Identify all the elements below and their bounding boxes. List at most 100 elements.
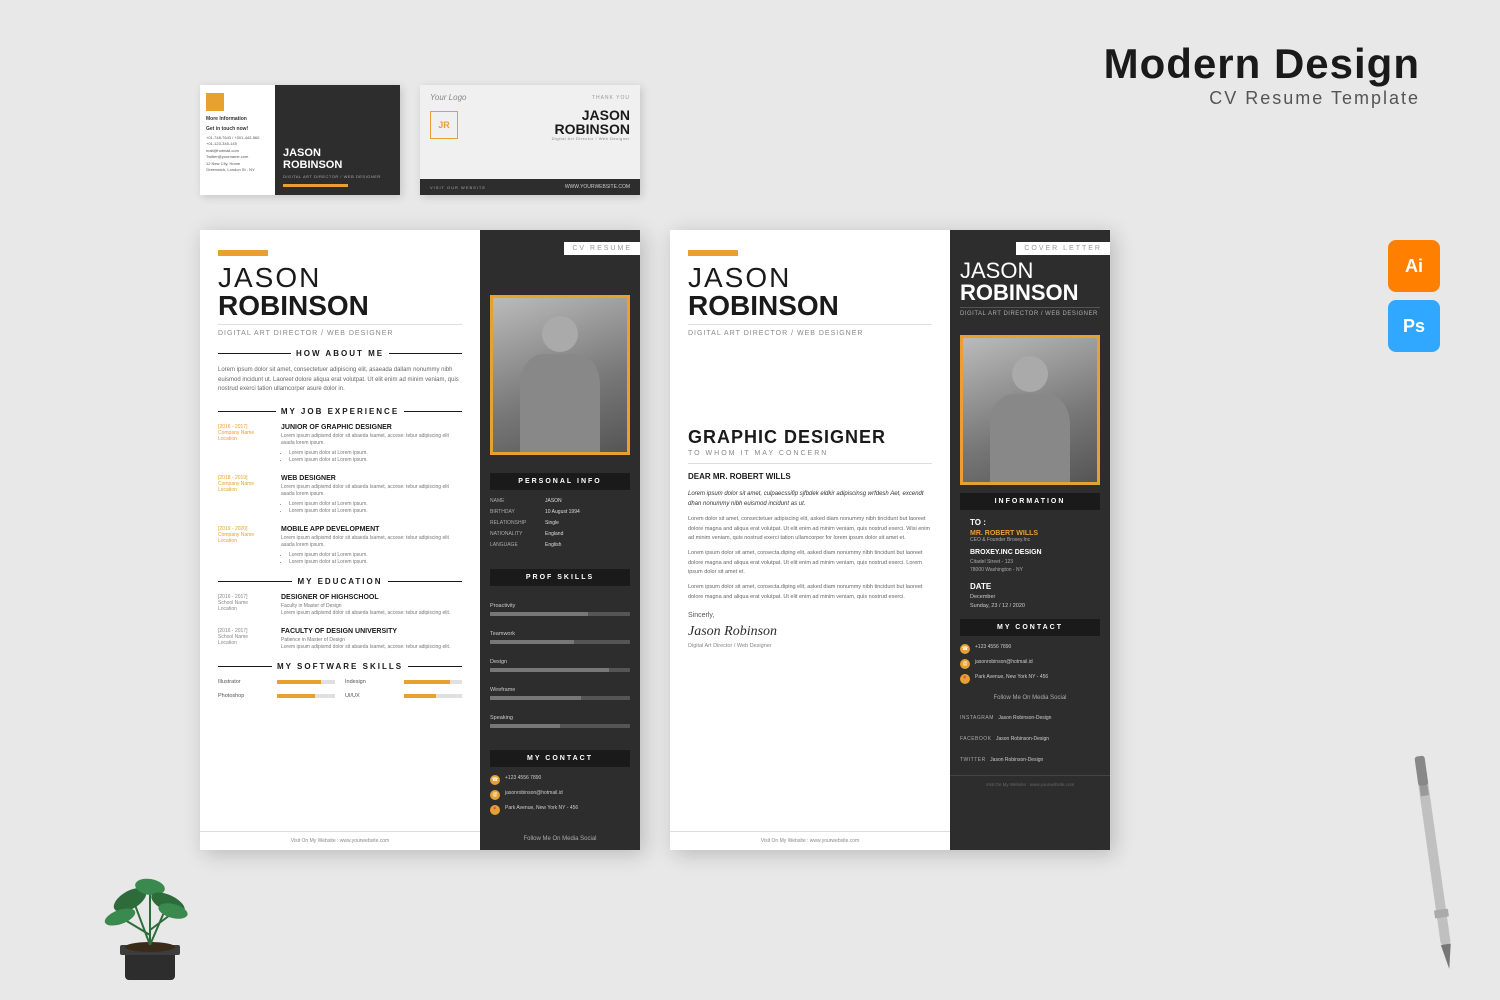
cover-body-3: Lorem ipsum dolor sit amet, consecta.dip… bbox=[688, 549, 932, 577]
cover-to-label: TO : bbox=[970, 518, 1090, 527]
cv-profile-photo bbox=[490, 295, 630, 455]
cover-sig-title: Digital Art Director / Web Designer bbox=[688, 643, 932, 649]
cv-prof-skills: PROF SKILLS Proactivity Teamwork Design … bbox=[480, 561, 640, 742]
bcard2-thank-you: THANK YOU bbox=[592, 95, 630, 101]
bcard1-orange-square bbox=[206, 93, 224, 111]
bcard2-bottom: VISIT OUR WEBSITE WWW.YOURWEBSITE.COM bbox=[420, 179, 640, 195]
skill-photoshop: Photoshop bbox=[218, 693, 335, 699]
bcard2-logo: Your Logo bbox=[430, 93, 466, 102]
cv-job-3: [2019 - 2020] Company Name Location Mobi… bbox=[218, 526, 462, 567]
cover-contact-section: MY CONTACT ☎+123 4556 7890 @jasonrobinso… bbox=[950, 619, 1110, 684]
cover-to-name: MR. ROBERT WILLS bbox=[970, 530, 1090, 537]
cv-footer: Visit On My Website : www.yourwebsite.co… bbox=[200, 831, 480, 850]
cover-left-column: JASON ROBINSON Digital Art Director / We… bbox=[670, 230, 950, 850]
photoshop-icon: Ps bbox=[1388, 300, 1440, 352]
cv-label: CV RESUME bbox=[564, 242, 640, 255]
cv-job-3-years: [2019 - 2020] Company Name Location bbox=[218, 526, 273, 567]
bcard2-middle: JR JASON ROBINSON Digital Art Director /… bbox=[420, 106, 640, 143]
bcard2-name: JASON ROBINSON bbox=[552, 108, 630, 136]
cv-personal-info: PERSONAL INFO NameJASON Birthday10 Augus… bbox=[480, 465, 640, 561]
main-pages: JASON ROBINSON Digital Art Director / We… bbox=[200, 230, 1110, 850]
bcard2-website: WWW.YOURWEBSITE.COM bbox=[565, 184, 630, 190]
bcard1-info-text: More Information bbox=[206, 116, 269, 123]
bcard2-visit: VISIT OUR WEBSITE bbox=[430, 185, 486, 190]
header-title-block: Modern Design CV Resume Template bbox=[1104, 40, 1420, 109]
cover-signature: Jason Robinson bbox=[688, 624, 932, 640]
skill-illustrator: Illustrator bbox=[218, 679, 335, 685]
cv-prof-skills-title: PROF SKILLS bbox=[490, 569, 630, 586]
business-cards-row: More Information Get in touch now! +01-7… bbox=[200, 85, 640, 195]
cv-right-sidebar: CV RESUME PERSONAL INFO NameJASON bbox=[480, 230, 640, 850]
cover-body-2: Lorem dolor sit amet, consectetuer adipi… bbox=[688, 515, 932, 543]
cv-edu-1-detail: Designer of Highschool Faculty in Master… bbox=[281, 594, 450, 618]
cover-right-sidebar: COVER LETTER JASON ROBINSON Digital Art … bbox=[950, 230, 1110, 850]
cover-body-4: Lorem ipsum dolor sit amet, consecta.dip… bbox=[688, 583, 932, 602]
bcard2-top: Your Logo THANK YOU bbox=[420, 85, 640, 106]
cv-about-text: Lorem ipsum dolor sit amet, consectetuer… bbox=[218, 366, 462, 395]
bcard1-get-in-touch: Get in touch now! bbox=[206, 126, 269, 133]
cv-job-1: [2016 - 2017] Company Name Location Juni… bbox=[218, 424, 462, 465]
business-card-2: Your Logo THANK YOU JR JASON ROBINSON Di… bbox=[420, 85, 640, 195]
bcard1-title: Digital Art Director / Web Designer bbox=[283, 174, 392, 179]
cv-left-column: JASON ROBINSON Digital Art Director / We… bbox=[200, 230, 480, 850]
plant-decoration bbox=[90, 865, 210, 985]
cover-to-title: CEO & Founder Broxey.Inc bbox=[970, 537, 1090, 543]
cover-sidebar-footer: Visit On My Website : www.yourwebsite.co… bbox=[950, 775, 1110, 793]
skill-indesign: Indesign bbox=[345, 679, 462, 685]
cover-page: JASON ROBINSON Digital Art Director / We… bbox=[670, 230, 1110, 850]
cv-about-title: HOW ABOUT ME bbox=[218, 349, 462, 358]
cover-social: Follow Me On Media Social Instagram Jaso… bbox=[950, 689, 1110, 775]
cv-edu-2: [2016 - 2017] School Name Location Facul… bbox=[218, 628, 462, 652]
cover-sincerely: Sincerly, bbox=[688, 612, 932, 619]
cv-job-2-detail: Web Designer Lorem ipsum adipismd dolor … bbox=[281, 475, 462, 516]
cover-info-title: INFORMATION bbox=[960, 493, 1100, 510]
cover-company-name: BROXEY.INC DESIGN bbox=[970, 549, 1090, 556]
bcard1-accent-bar bbox=[283, 184, 348, 187]
cv-education-title: MY EDUCATION bbox=[218, 577, 462, 586]
cover-label: COVER LETTER bbox=[1016, 242, 1110, 255]
page-subtitle: CV Resume Template bbox=[1104, 88, 1420, 109]
cv-job-3-detail: Mobile App Development Lorem ipsum adipi… bbox=[281, 526, 462, 567]
cover-date-block: DATE December Sunday, 23 / 12 / 2020 bbox=[960, 582, 1100, 619]
cover-date-label: DATE bbox=[970, 582, 1090, 591]
cv-role: Digital Art Director / Web Designer bbox=[218, 324, 462, 337]
cv-experience-title: MY JOB EXPERIENCE bbox=[218, 407, 462, 416]
cv-edu-1: [2016 - 2017] School Name Location Desig… bbox=[218, 594, 462, 618]
tool-icons: Ai Ps bbox=[1388, 240, 1440, 352]
page-title: Modern Design bbox=[1104, 40, 1420, 88]
cover-dear: DEAR MR. ROBERT WILLS bbox=[688, 472, 932, 481]
cover-footer: Visit On My Website : www.yourwebsite.co… bbox=[670, 831, 950, 850]
cv-social: Follow Me On Media Social Instagram Jaso… bbox=[480, 828, 640, 850]
cover-contact-title: MY CONTACT bbox=[960, 619, 1100, 636]
person-photo bbox=[493, 298, 627, 452]
cv-software-title: MY SOFTWARE SKILLS bbox=[218, 662, 462, 671]
bcard1-name: JASON ROBINSON bbox=[283, 147, 392, 171]
cover-date-full: Sunday, 23 / 12 / 2020 bbox=[970, 602, 1090, 611]
cover-gd-sub: TO WHOM IT MAY CONCERN bbox=[688, 450, 932, 464]
bcard1-contact-info: +01-748-7643 / +001-443-560 +01-123-345-… bbox=[206, 135, 269, 173]
bcard2-initials: JR bbox=[430, 111, 458, 139]
cv-contact: MY CONTACT ☎+123 4556 7890 @jasonrobinso… bbox=[480, 742, 640, 828]
cv-accent-bar bbox=[218, 250, 268, 256]
skill-uiux: UI/UX bbox=[345, 693, 462, 699]
cover-date-month: December bbox=[970, 593, 1090, 602]
cv-edu-1-years: [2016 - 2017] School Name Location bbox=[218, 594, 273, 618]
cv-contact-title: MY CONTACT bbox=[490, 750, 630, 767]
cover-body-1: Lorem ipsum dolor sit amet, culpaecssifi… bbox=[688, 489, 932, 509]
cv-last-name: ROBINSON bbox=[218, 292, 462, 320]
cv-software-skills: Illustrator Indesign Photoshop UI/UX bbox=[218, 679, 462, 703]
pen-decoration bbox=[1409, 755, 1460, 981]
bcard2-name-block: JASON ROBINSON Digital Art Director / We… bbox=[552, 108, 630, 141]
bcard2-subtitle: Digital Art Director / Web Designer bbox=[552, 136, 630, 141]
cover-profile-photo bbox=[960, 335, 1100, 485]
cv-job-1-years: [2016 - 2017] Company Name Location bbox=[218, 424, 273, 465]
cv-personal-info-title: PERSONAL INFO bbox=[490, 473, 630, 490]
illustrator-icon: Ai bbox=[1388, 240, 1440, 292]
cv-job-2-years: [2018 - 2019] Company Name Location bbox=[218, 475, 273, 516]
cv-job-1-detail: Junior of Graphic Designer Lorem ipsum a… bbox=[281, 424, 462, 465]
cover-info-section: INFORMATION TO : MR. ROBERT WILLS CEO & … bbox=[950, 493, 1110, 619]
bcard1-left-side: More Information Get in touch now! +01-7… bbox=[200, 85, 275, 195]
business-card-1: More Information Get in touch now! +01-7… bbox=[200, 85, 400, 195]
cover-company-address: Citadel Street - 12378000 Washington - N… bbox=[970, 558, 1090, 574]
cv-job-2: [2018 - 2019] Company Name Location Web … bbox=[218, 475, 462, 516]
